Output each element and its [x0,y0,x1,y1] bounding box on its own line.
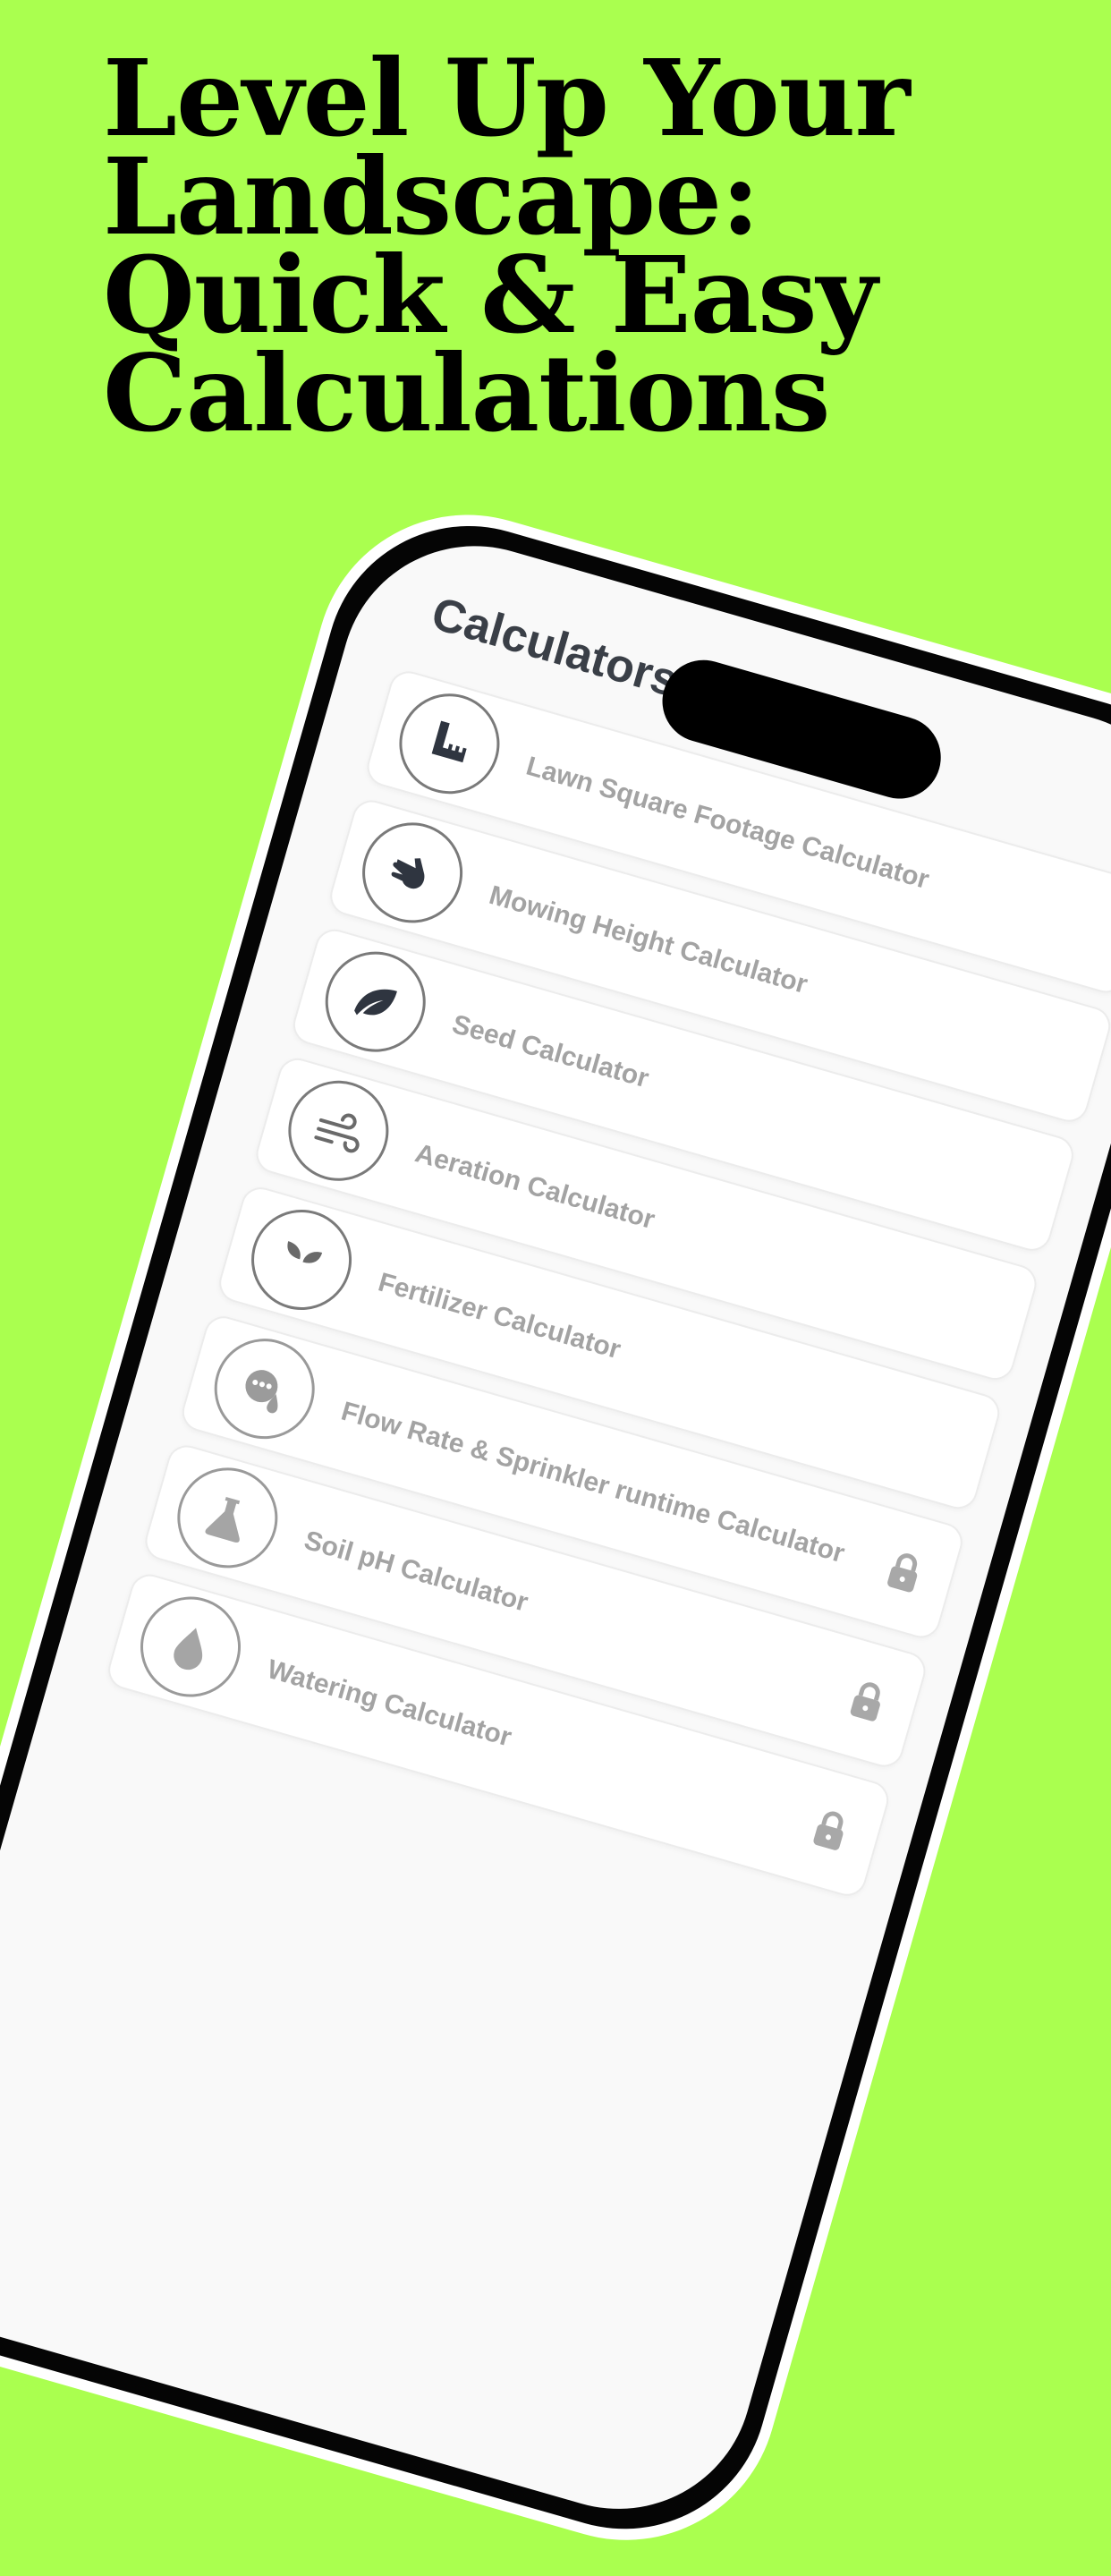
hand-scissors-icon [350,811,475,935]
phone-screen: Calculators Lawn Square Footage Calculat… [0,514,1111,2541]
ruler-icon [387,681,512,806]
headline: Level Up Your Landscape: Quick & Easy Ca… [103,36,1069,455]
headline-line-2: Landscape: [103,134,760,259]
flask-icon [165,1456,290,1580]
phone-mockup: Calculators Lawn Square Footage Calculat… [0,479,1111,2576]
headline-line-3: Quick & Easy [103,233,878,357]
water-gauge-icon [202,1326,327,1451]
headline-line-4: Calculations [103,331,830,455]
leaf-icon [313,939,438,1064]
seedling-icon [239,1197,364,1322]
droplet-icon [128,1585,253,1709]
wind-icon [276,1068,401,1194]
headline-line-1: Level Up Your [103,36,911,160]
